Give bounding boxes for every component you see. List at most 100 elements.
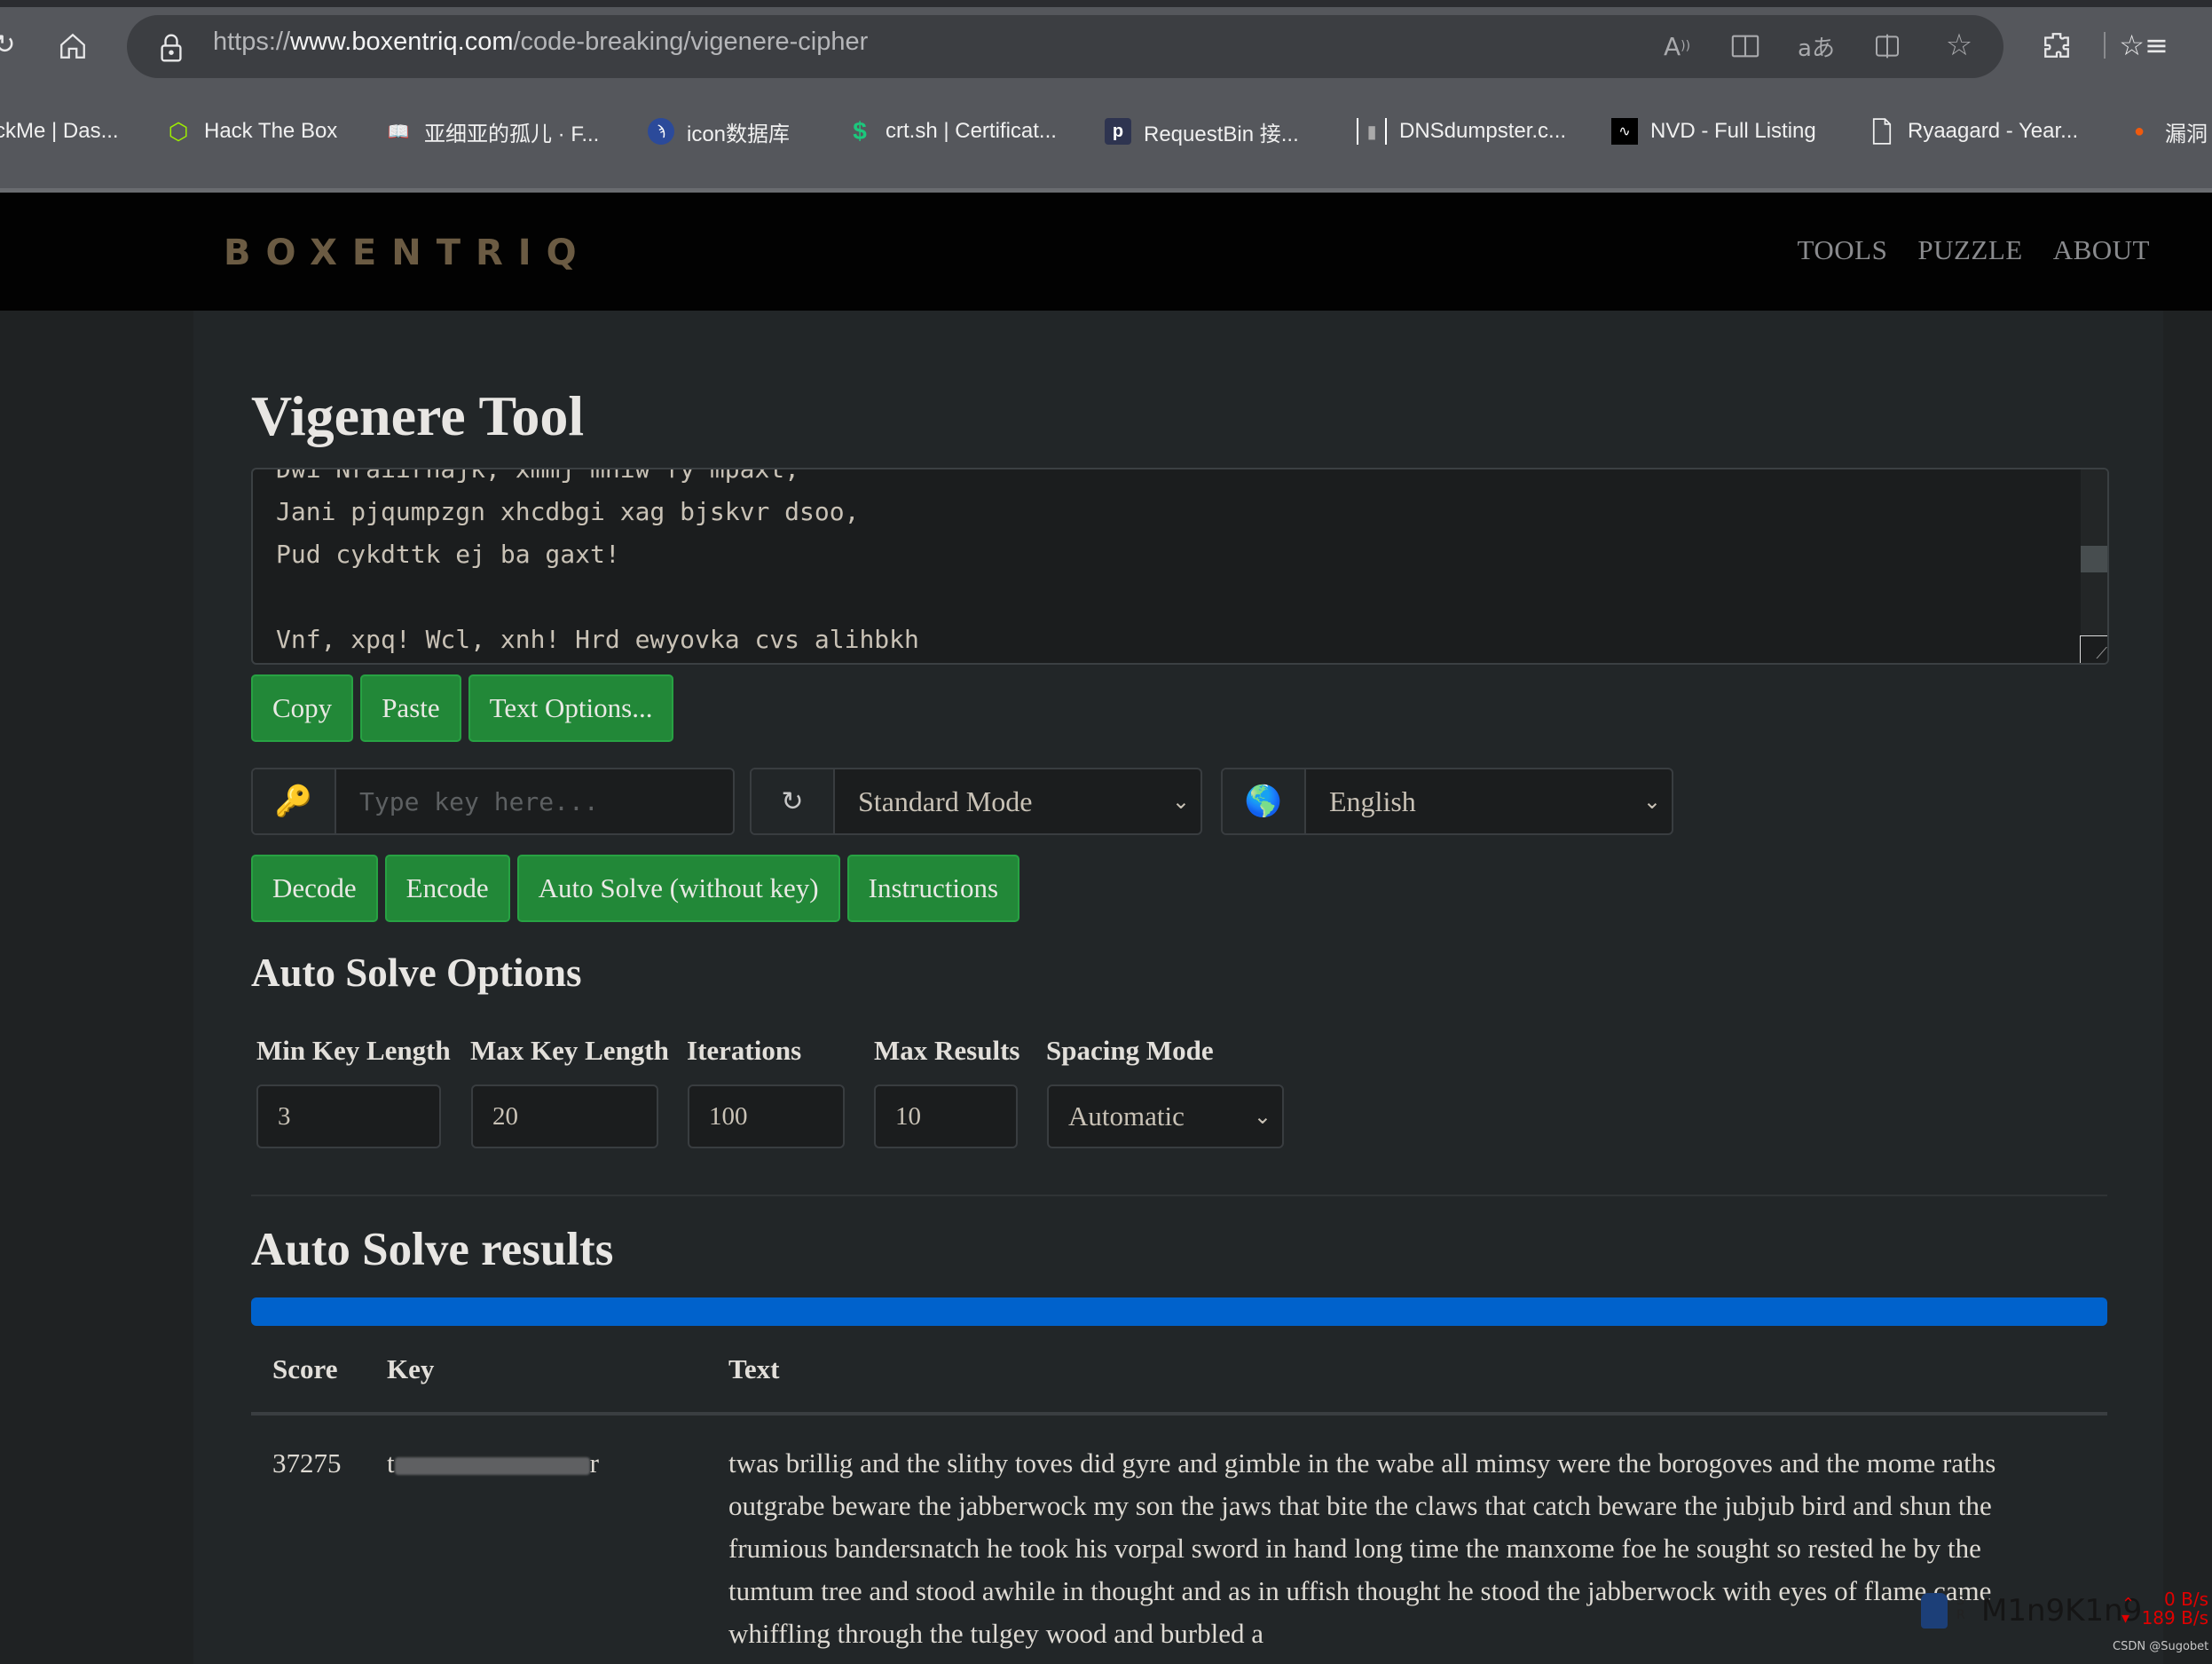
site-logo[interactable]: BOXENTRIQ (224, 233, 592, 273)
encode-button[interactable]: Encode (384, 855, 510, 922)
column-header-key[interactable]: Key (387, 1353, 434, 1385)
bug-icon: ● (2133, 121, 2145, 141)
language-selected: English (1329, 785, 1416, 817)
iterations-label: Iterations (687, 1035, 802, 1066)
key-redaction (394, 1456, 590, 1475)
min-key-length-input[interactable]: 3 (256, 1084, 441, 1148)
min-key-length-label: Min Key Length (256, 1035, 451, 1066)
key-first-char: t (387, 1447, 395, 1479)
auto-solve-button[interactable]: Auto Solve (without key) (516, 855, 840, 922)
spacing-mode-select[interactable]: Automatic ⌄ (1047, 1084, 1284, 1148)
ciphertext-content: Dwi Nraiirhajk, xmmj mhiw fy mpaxt; Jani… (276, 468, 919, 654)
bookmark-label: 漏洞 (2165, 122, 2208, 146)
lock-icon[interactable] (156, 30, 186, 66)
bookmark-item[interactable]: ▮ DNSdumpster.c... (1357, 112, 1566, 151)
nav-about[interactable]: ABOUT (2053, 234, 2150, 266)
key-input-group: 🔑 Type key here... (251, 768, 735, 835)
column-header-text[interactable]: Text (728, 1353, 779, 1385)
instructions-button[interactable]: Instructions (846, 855, 1020, 922)
url-scheme: https:// (213, 28, 291, 56)
spacing-mode-label: Spacing Mode (1046, 1035, 1214, 1066)
textarea-scrollbar[interactable] (2081, 469, 2107, 663)
nav-puzzle[interactable]: PUZZLE (1917, 234, 2022, 266)
iterations-input[interactable]: 100 (688, 1084, 845, 1148)
decode-button[interactable]: Decode (251, 855, 378, 922)
book-icon: 📖 (387, 122, 410, 142)
crtsh-icon: $ (853, 117, 867, 145)
copy-button[interactable]: Copy (251, 674, 354, 742)
toolbar-divider (2104, 32, 2106, 59)
favorite-star-icon[interactable]: ☆ (1940, 27, 1978, 64)
chevron-down-icon: ⌄ (1642, 789, 1661, 814)
url-path: /code-breaking/vigenere-cipher (513, 28, 869, 56)
scrollbar-thumb[interactable] (2081, 546, 2107, 572)
mode-select[interactable]: Standard Mode ⌄ (835, 769, 1200, 833)
refresh-icon[interactable]: ↻ (0, 27, 18, 62)
split-screen-icon[interactable] (1870, 28, 1905, 64)
bookmark-item[interactable]: ● 漏洞 (2126, 112, 2208, 151)
result-key[interactable]: tr (387, 1442, 599, 1485)
bookmark-label: NVD - Full Listing (1650, 119, 1816, 143)
result-score: 37275 (272, 1447, 342, 1479)
bookmark-label: icon数据库 (687, 122, 791, 146)
read-aloud-icon[interactable]: A)) (1657, 28, 1696, 64)
iterations-value: 100 (709, 1101, 748, 1131)
nvd-icon: ∿ (1611, 118, 1638, 145)
home-icon[interactable] (53, 27, 92, 66)
resize-handle-icon[interactable]: ⟋ (2080, 635, 2107, 663)
url-host: www.boxentriq.com (290, 28, 514, 56)
max-results-input[interactable]: 10 (874, 1084, 1018, 1148)
globe-icon: ϡ (648, 118, 674, 145)
translate-icon[interactable]: aあ (1797, 28, 1836, 64)
bookmark-label: Hack The Box (204, 119, 338, 143)
chevron-down-icon: ⌄ (1171, 789, 1190, 814)
cycle-icon[interactable]: ↻ (752, 769, 835, 833)
nav-tools[interactable]: TOOLS (1798, 234, 1888, 266)
favorites-list-icon[interactable]: ☆≡ (2119, 27, 2169, 64)
extensions-icon[interactable] (2038, 27, 2075, 64)
max-key-length-value: 20 (492, 1101, 518, 1131)
text-options-button[interactable]: Text Options... (468, 674, 674, 742)
window-top-strip (0, 0, 2212, 7)
bookmark-item[interactable]: ∿ NVD - Full Listing (1611, 112, 1816, 151)
auto-solve-results-heading: Auto Solve results (251, 1224, 614, 1275)
min-key-length-value: 3 (278, 1101, 291, 1131)
mode-selected: Standard Mode (858, 785, 1033, 817)
bookmark-item[interactable]: ϡ icon数据库 (648, 112, 790, 151)
page-icon (1869, 118, 1895, 145)
bookmark-item[interactable]: $ crt.sh | Certificat... (846, 112, 1057, 151)
globe-icon: 🌎 (1223, 769, 1306, 833)
immersive-reader-icon[interactable] (1728, 28, 1763, 64)
text-button-row: Copy Paste Text Options... (251, 674, 674, 742)
max-results-label: Max Results (874, 1035, 1020, 1066)
table-header-divider (251, 1412, 2107, 1416)
result-text: twas brillig and the slithy toves did gy… (728, 1447, 1996, 1649)
max-results-value: 10 (895, 1101, 921, 1131)
key-input[interactable]: Type key here... (336, 769, 733, 833)
bookmark-label: DNSdumpster.c... (1399, 119, 1567, 143)
site-nav: TOOLS PUZZLE ABOUT (1798, 234, 2150, 266)
spacing-mode-selected: Automatic (1068, 1100, 1185, 1132)
bookmark-item[interactable]: 📖 亚细亚的孤儿 · F... (385, 112, 600, 151)
htb-cube-icon: ⬡ (168, 117, 189, 145)
bookmark-item[interactable]: ⬡ Hack The Box (165, 112, 338, 151)
widget-sr-label: S R (1956, 1594, 1965, 1622)
url-text[interactable]: https://www.boxentriq.com/code-breaking/… (213, 28, 868, 57)
progress-bar (251, 1297, 2107, 1326)
column-header-score[interactable]: Score (272, 1353, 337, 1385)
ciphertext-textarea[interactable]: Dwi Nraiirhajk, xmmj mhiw fy mpaxt; Jani… (251, 468, 2109, 665)
requestbin-icon: p (1105, 118, 1131, 145)
paste-button[interactable]: Paste (360, 674, 461, 742)
bookmark-item[interactable]: Ryaagard - Year... (1869, 112, 2078, 151)
bookmark-item[interactable]: ckMe | Das... (0, 112, 119, 151)
action-button-row: Decode Encode Auto Solve (without key) I… (251, 855, 1020, 922)
key-placeholder: Type key here... (359, 786, 599, 816)
key-last-char: r (589, 1447, 599, 1479)
language-select[interactable]: English ⌄ (1306, 769, 1672, 833)
bookmark-label: 亚细亚的孤儿 · F... (424, 122, 600, 146)
bookmark-item[interactable]: p RequestBin 接... (1105, 112, 1299, 151)
max-key-length-input[interactable]: 20 (471, 1084, 658, 1148)
cat-mascot-icon (1921, 1593, 1948, 1629)
section-divider (251, 1195, 2107, 1196)
key-icon: 🔑 (253, 769, 336, 833)
